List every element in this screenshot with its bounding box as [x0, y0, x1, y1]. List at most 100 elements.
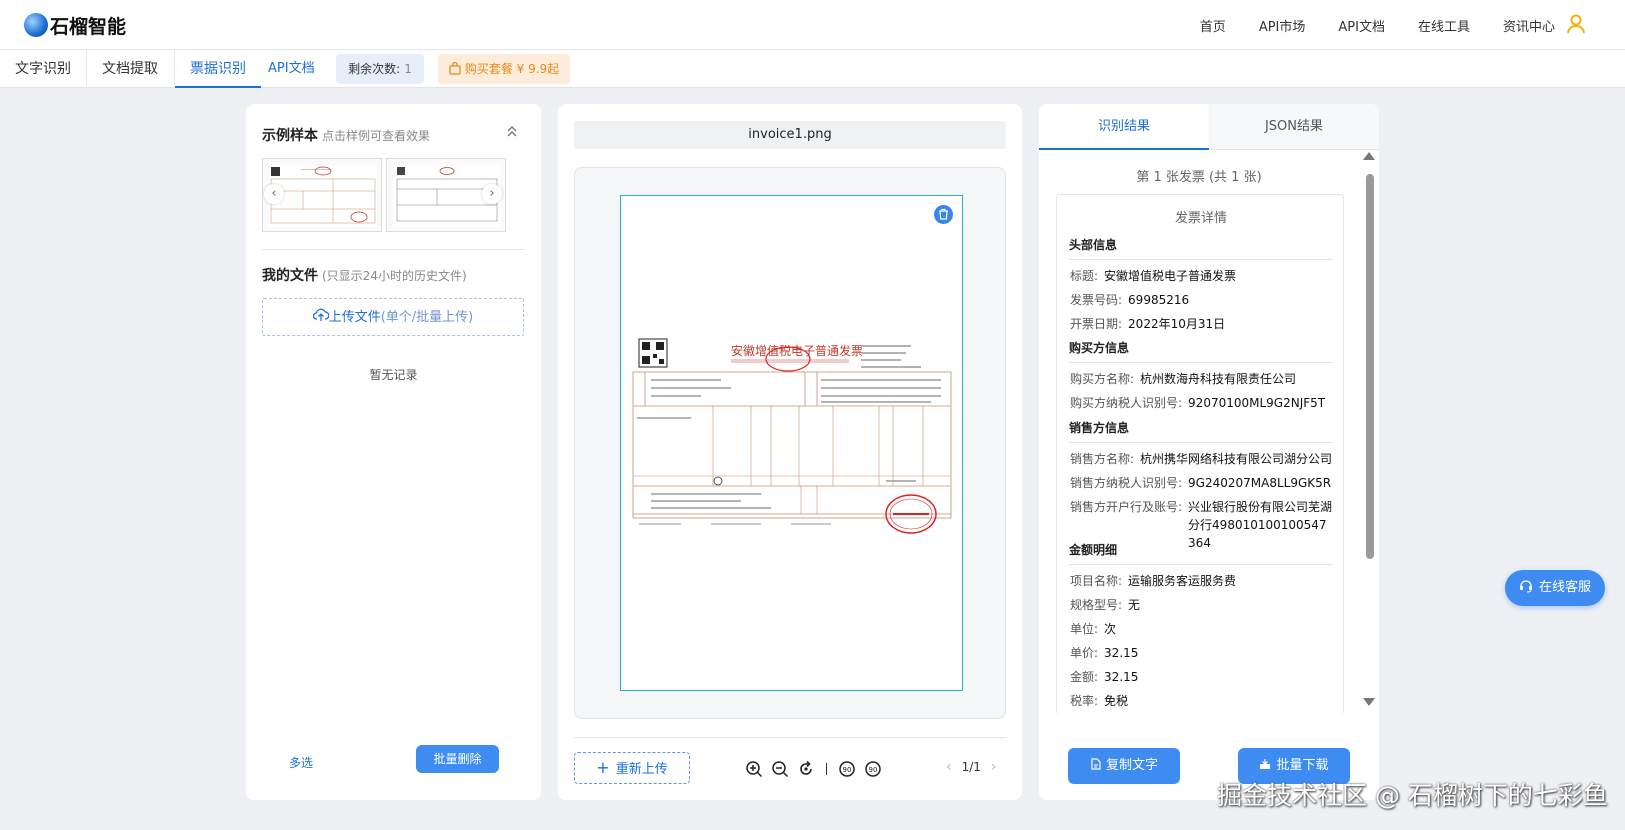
top-navbar: 石榴智能 首页 API市场 API文档 在线工具 资讯中心: [0, 0, 1625, 50]
field-key: 开票日期:: [1070, 317, 1123, 331]
divider: [574, 737, 1006, 738]
scroll-up-icon[interactable]: [1363, 152, 1375, 160]
invoice-detail-card: 发票详情 头部信息 标题: 安徽增值税电子普通发票 发票号码: 69985216 开…: [1056, 194, 1344, 714]
field-issue-date: 开票日期: 2022年10月31日: [1070, 315, 1334, 333]
empty-state-text: 暂无记录: [369, 368, 418, 382]
collapse-icon[interactable]: [505, 124, 519, 138]
zoom-out-icon[interactable]: [770, 759, 790, 779]
delete-image-button[interactable]: [934, 205, 953, 224]
field-key: 购买方名称:: [1070, 372, 1135, 386]
zoom-in-icon[interactable]: [744, 759, 764, 779]
svg-text:——————: ——————: [301, 167, 331, 173]
field-value: 杭州携华网络科技有限公司湖分公司: [1140, 452, 1333, 466]
chevron-right-icon[interactable]: ›: [482, 184, 502, 204]
field-value: 安徽增值税电子普通发票: [1104, 269, 1237, 283]
field-invoice-number: 发票号码: 69985216: [1070, 291, 1334, 309]
batch-delete-button[interactable]: 批量删除: [416, 745, 499, 773]
field-buyer-tax-id: 购买方纳税人识别号: 92070100ML9G2NJF5T: [1070, 394, 1334, 412]
field-unit: 单位: 次: [1070, 620, 1334, 638]
field-seller-tax-id: 销售方纳税人识别号: 9G240207MA8LL9GK5R: [1070, 474, 1334, 492]
invoice-count: 第 1 张发票 (共 1 张): [1136, 170, 1262, 185]
nav-online-tools[interactable]: 在线工具: [1418, 16, 1470, 35]
group-seller-info: 销售方信息: [1069, 419, 1333, 443]
invoice-document: 安徽增值税电子普通发票: [620, 195, 963, 691]
copy-text-button[interactable]: 复制文字: [1068, 748, 1180, 784]
copy-text-label: 复制文字: [1105, 758, 1158, 773]
field-key: 单位:: [1070, 622, 1099, 636]
field-key: 单价:: [1070, 646, 1099, 660]
preview-area: 安徽增值税电子普通发票: [574, 167, 1006, 719]
watermark-text: 掘金技术社区 @ 石榴树下的七彩鱼: [1217, 781, 1608, 810]
rotate-right-icon[interactable]: 90: [863, 759, 883, 779]
field-spec: 规格型号: 无: [1070, 596, 1334, 614]
nav-news[interactable]: 资讯中心: [1503, 16, 1555, 35]
tab-invoice-recognition[interactable]: 票据识别: [175, 50, 261, 88]
remaining-count-badge: 剩余次数: 1: [336, 54, 424, 84]
multi-select-button[interactable]: 多选: [289, 754, 313, 771]
rotate-left-icon[interactable]: 90: [837, 759, 857, 779]
remaining-label: 剩余次数:: [348, 62, 401, 76]
tab-recognition-result[interactable]: 识别结果: [1039, 104, 1209, 150]
online-service-button[interactable]: 在线客服: [1505, 570, 1605, 606]
chevron-left-icon[interactable]: ‹: [264, 184, 284, 204]
shopping-bag-icon: [449, 61, 461, 75]
field-value: 32.15: [1104, 670, 1139, 684]
field-value: 运输服务客运服务费: [1128, 574, 1237, 588]
api-doc-link[interactable]: API文档: [268, 50, 315, 88]
detail-title: 发票详情: [1174, 211, 1227, 226]
field-value: 92070100ML9G2NJF5T: [1188, 396, 1326, 410]
group-amount-detail: 金额明细: [1069, 541, 1333, 565]
field-key: 购买方纳税人识别号:: [1070, 396, 1183, 410]
preview-panel: invoice1.png 安徽增值税电子普通发票 + 重新上传 90 90 ‹ …: [558, 104, 1022, 800]
group-buyer-info: 购买方信息: [1069, 339, 1333, 363]
invoice-heading: 安徽增值税电子普通发票: [731, 343, 863, 358]
trash-icon: [939, 208, 948, 220]
invoice-image: 安徽增值税电子普通发票: [629, 329, 955, 555]
pager: ‹ 1/1 ›: [936, 759, 1007, 775]
upload-file-hint: (单个/批量上传): [380, 310, 474, 325]
plus-icon: +: [596, 758, 610, 777]
user-icon[interactable]: [1565, 13, 1587, 35]
field-value: 2022年10月31日: [1128, 317, 1226, 331]
left-panel: 示例样本 点击样例可查看效果 —————— ‹ › 我的文件 (只显示24小时的…: [246, 104, 541, 800]
download-icon: [1260, 759, 1271, 769]
field-key: 规格型号:: [1070, 598, 1123, 612]
field-key: 发票号码:: [1070, 293, 1123, 307]
nav-api-market[interactable]: API市场: [1259, 16, 1306, 35]
field-key: 销售方纳税人识别号:: [1070, 476, 1183, 490]
buy-package-button[interactable]: 购买套餐 ¥ 9.9起: [438, 54, 570, 84]
result-panel: 识别结果 JSON结果 第 1 张发票 (共 1 张) 发票详情 头部信息 标题…: [1039, 104, 1379, 800]
copy-icon: [1091, 758, 1101, 770]
field-value: 无: [1128, 598, 1141, 612]
logo[interactable]: 石榴智能: [24, 10, 126, 40]
batch-download-label: 批量下载: [1276, 758, 1329, 773]
file-name: invoice1.png: [574, 121, 1006, 149]
next-page-icon[interactable]: ›: [991, 759, 997, 775]
field-unit-price: 单价: 32.15: [1070, 644, 1334, 662]
nav-api-docs[interactable]: API文档: [1338, 16, 1385, 35]
field-value: 次: [1104, 622, 1117, 636]
field-item-name: 项目名称: 运输服务客运服务费: [1070, 572, 1334, 590]
toolbar-divider: [826, 763, 827, 775]
scrollbar[interactable]: [1366, 174, 1374, 559]
upload-file-button[interactable]: 上传文件(单个/批量上传): [262, 298, 524, 336]
rotate-icon[interactable]: [796, 759, 816, 779]
scroll-down-icon[interactable]: [1363, 698, 1375, 706]
buy-package-label: 购买套餐 ¥ 9.9起: [464, 62, 560, 76]
field-value: 32.15: [1104, 646, 1139, 660]
logo-text: 石榴智能: [50, 15, 127, 38]
nav-home[interactable]: 首页: [1200, 16, 1226, 35]
tab-json-result[interactable]: JSON结果: [1209, 104, 1379, 150]
remaining-value: 1: [404, 62, 412, 76]
reupload-button[interactable]: + 重新上传: [574, 752, 690, 784]
my-files-title: 我的文件: [262, 268, 318, 284]
tab-text-recognition[interactable]: 文字识别: [0, 50, 86, 88]
field-amount: 金额: 32.15: [1070, 668, 1334, 686]
field-key: 税率:: [1070, 694, 1099, 708]
nav-links: 首页 API市场 API文档 在线工具 资讯中心: [1167, 0, 1555, 50]
tab-document-extraction[interactable]: 文档提取: [87, 50, 173, 88]
prev-page-icon[interactable]: ‹: [946, 759, 952, 775]
samples-hint: 点击样例可查看效果: [322, 129, 431, 143]
svg-text:90: 90: [869, 766, 878, 774]
field-title: 标题: 安徽增值税电子普通发票: [1070, 267, 1334, 285]
